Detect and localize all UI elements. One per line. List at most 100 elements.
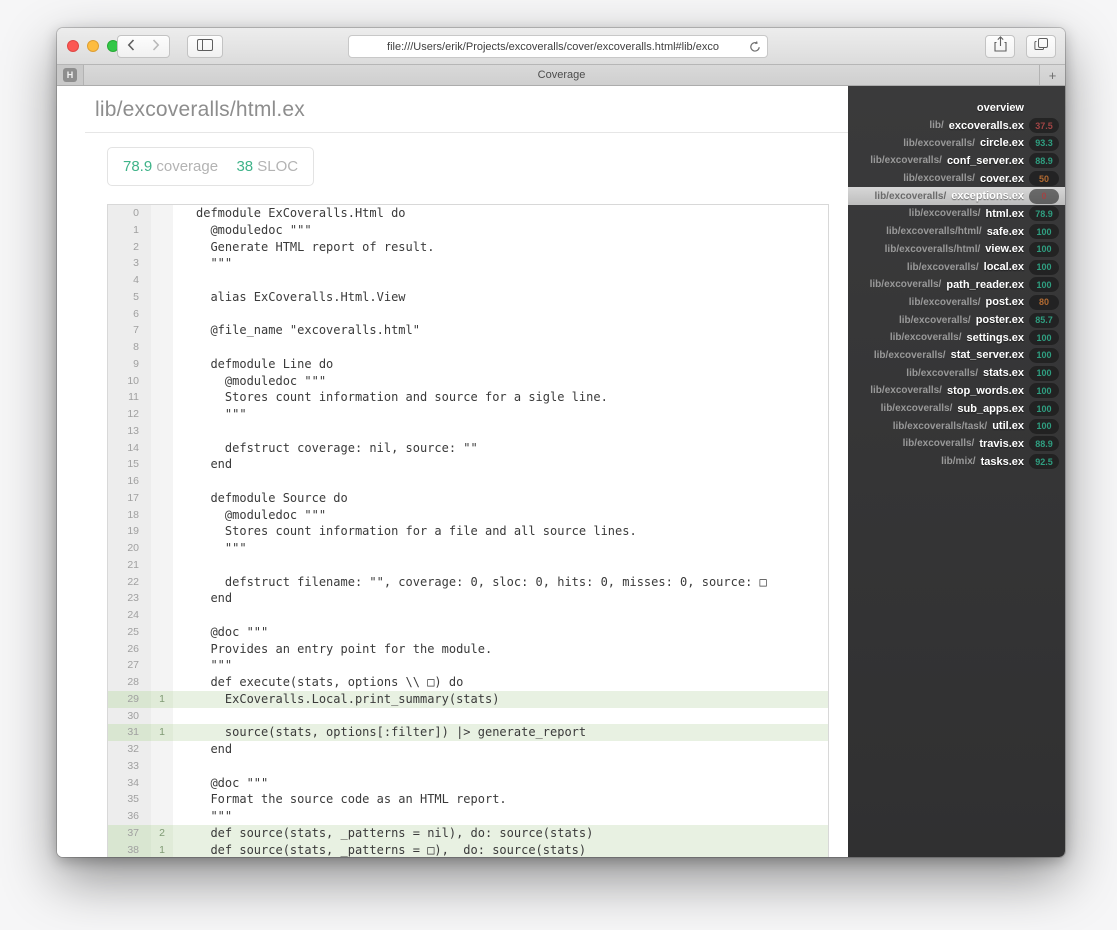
- line-hit-count: 1: [151, 724, 173, 741]
- sidebar-file-item[interactable]: lib/excoveralls/ stat_server.ex 100: [848, 347, 1065, 365]
- coverage-badge: 37.5: [1029, 118, 1059, 134]
- sidebar-file-item[interactable]: lib/excoveralls/ local.ex 100: [848, 258, 1065, 276]
- code-line-row: 30: [108, 707, 828, 725]
- file-name: util.ex: [992, 420, 1024, 433]
- file-dir: lib/excoveralls/: [903, 137, 975, 149]
- code-line-row: 13: [108, 422, 828, 440]
- line-source: [173, 423, 828, 440]
- sidebar-file-item[interactable]: lib/excoveralls/ post.ex 80: [848, 294, 1065, 312]
- coverage-badge: 88.9: [1029, 153, 1059, 169]
- tabs-overview-button[interactable]: [1026, 35, 1056, 58]
- line-source: defstruct coverage: nil, source: "": [196, 440, 478, 455]
- sidebar-file-item[interactable]: lib/excoveralls/task/ util.ex 100: [848, 417, 1065, 435]
- line-number: 7: [108, 322, 151, 339]
- line-hit-count: [151, 674, 173, 691]
- coverage-badge: 100: [1029, 383, 1059, 399]
- line-number: 4: [108, 272, 151, 289]
- sidebar-file-item[interactable]: lib/excoveralls/ stats.ex 100: [848, 364, 1065, 382]
- sidebar-toggle-button[interactable]: [187, 35, 223, 58]
- file-dir: lib/excoveralls/task/: [892, 420, 988, 432]
- address-bar[interactable]: file:///Users/erik/Projects/excoveralls/…: [348, 35, 768, 58]
- file-name: stop_words.ex: [946, 384, 1024, 397]
- sidebar-file-item[interactable]: lib/ excoveralls.ex 37.5: [848, 117, 1065, 135]
- line-source: end: [196, 591, 233, 606]
- line-number: 24: [108, 607, 151, 624]
- new-tab-button[interactable]: +: [1039, 65, 1065, 85]
- sidebar-file-item[interactable]: lib/excoveralls/html/ view.ex 100: [848, 241, 1065, 259]
- coverage-summary: 78.9 coverage 38 SLOC: [107, 147, 315, 186]
- code-line-row: 5 alias ExCoveralls.Html.View: [108, 288, 828, 306]
- line-number: 21: [108, 556, 151, 574]
- line-hit-count: [151, 707, 173, 725]
- code-line-row: 24: [108, 607, 828, 624]
- file-name: cover.ex: [979, 172, 1024, 185]
- line-number: 9: [108, 355, 151, 373]
- code-line-row: 4: [108, 272, 828, 289]
- file-list: lib/ excoveralls.ex 37.5 lib/excoveralls…: [848, 117, 1065, 471]
- line-hit-count: [151, 355, 173, 373]
- tab-coverage[interactable]: Coverage: [84, 65, 1039, 85]
- code-line-row: 6: [108, 305, 828, 323]
- sidebar-file-item[interactable]: lib/excoveralls/ html.ex 78.9: [848, 205, 1065, 223]
- reload-button[interactable]: [748, 40, 762, 59]
- line-hit-count: [151, 372, 173, 390]
- minimize-button[interactable]: [87, 40, 99, 52]
- coverage-label: coverage: [156, 158, 219, 175]
- sidebar-file-item[interactable]: lib/excoveralls/ circle.ex 93.3: [848, 134, 1065, 152]
- sidebar-file-item[interactable]: lib/excoveralls/ exceptions.ex 0: [848, 187, 1065, 206]
- line-source: """: [196, 256, 233, 271]
- sidebar-file-item[interactable]: lib/excoveralls/ settings.ex 100: [848, 329, 1065, 347]
- line-source: """: [196, 658, 233, 673]
- line-hit-count: [151, 640, 173, 658]
- share-button[interactable]: [985, 35, 1015, 58]
- line-number: 33: [108, 757, 151, 775]
- forward-button[interactable]: [143, 35, 170, 58]
- sidebar-file-item[interactable]: lib/excoveralls/ travis.ex 88.9: [848, 435, 1065, 453]
- code-listing: 0 defmodule ExCoveralls.Html do 1 @modul…: [107, 204, 829, 857]
- code-line-row: 3 """: [108, 255, 828, 272]
- sidebar-item-overview[interactable]: overview: [848, 99, 1065, 117]
- address-url: file:///Users/erik/Projects/excoveralls/…: [387, 40, 719, 53]
- line-source: [173, 607, 828, 624]
- code-line-row: 2 Generate HTML report of result.: [108, 238, 828, 256]
- line-number: 26: [108, 640, 151, 658]
- badge-spacer: [1029, 105, 1059, 110]
- code-line-row: 32 end: [108, 741, 828, 758]
- line-source: """: [196, 809, 233, 823]
- line-source: end: [196, 742, 233, 756]
- pinned-tab[interactable]: H: [57, 65, 84, 85]
- back-button[interactable]: [117, 35, 144, 58]
- file-name: path_reader.ex: [946, 278, 1024, 291]
- page-header: lib/excoveralls/html.ex: [85, 86, 848, 133]
- line-number: 32: [108, 741, 151, 758]
- sidebar-file-item[interactable]: lib/excoveralls/ stop_words.ex 100: [848, 382, 1065, 400]
- line-hit-count: [151, 607, 173, 624]
- sidebar-file-item[interactable]: lib/excoveralls/ cover.ex 50: [848, 170, 1065, 188]
- line-hit-count: [151, 205, 173, 222]
- line-number: 29: [108, 690, 151, 708]
- line-number: 25: [108, 623, 151, 641]
- line-source: ExCoveralls.Local.print_summary(stats): [173, 690, 828, 708]
- line-hit-count: [151, 406, 173, 423]
- sidebar-file-item[interactable]: lib/mix/ tasks.ex 92.5: [848, 453, 1065, 471]
- file-name: settings.ex: [966, 331, 1024, 344]
- line-source: def source(stats, _patterns = nil), do: …: [173, 824, 828, 842]
- page-title: lib/excoveralls/html.ex: [95, 98, 306, 121]
- page-content: lib/excoveralls/html.ex 78.9 coverage 38…: [57, 86, 1065, 857]
- coverage-badge: 93.3: [1029, 135, 1059, 151]
- coverage-badge: 100: [1029, 365, 1059, 381]
- sidebar-file-item[interactable]: lib/excoveralls/html/ safe.ex 100: [848, 223, 1065, 241]
- sidebar-file-item[interactable]: lib/excoveralls/ path_reader.ex 100: [848, 276, 1065, 294]
- line-source: [173, 272, 828, 289]
- sidebar-file-item[interactable]: lib/excoveralls/ sub_apps.ex 100: [848, 400, 1065, 418]
- line-number: 2: [108, 238, 151, 256]
- back-icon: [127, 38, 135, 56]
- line-source: """: [196, 407, 247, 421]
- sidebar-file-item[interactable]: lib/excoveralls/ poster.ex 85.7: [848, 311, 1065, 329]
- sidebar-file-item[interactable]: lib/excoveralls/ conf_server.ex 88.9: [848, 152, 1065, 170]
- line-number: 8: [108, 339, 151, 356]
- close-button[interactable]: [67, 40, 79, 52]
- line-source: Provides an entry point for the module.: [196, 641, 493, 656]
- line-source: [173, 306, 828, 323]
- file-dir: lib/excoveralls/: [869, 279, 942, 291]
